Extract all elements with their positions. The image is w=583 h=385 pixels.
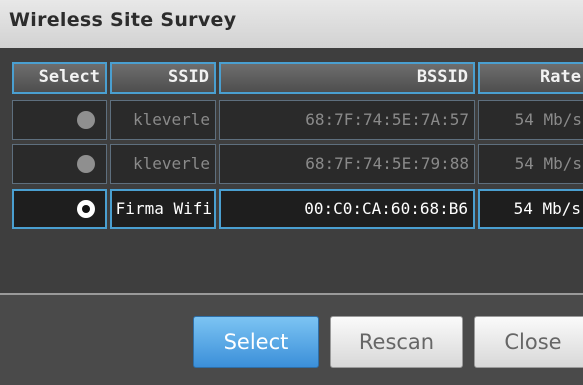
select-cell[interactable] — [12, 189, 107, 229]
bssid-cell: 68:7F:74:5E:79:88 — [219, 144, 475, 184]
select-button[interactable]: Select — [193, 316, 319, 368]
rate-cell: 54 Mb/s — [478, 144, 583, 184]
rate-cell: 54 Mb/s — [478, 189, 583, 229]
column-header-rate[interactable]: Rate — [478, 62, 583, 94]
column-header-ssid[interactable]: SSID — [110, 62, 216, 94]
dialog-titlebar: Wireless Site Survey — [0, 0, 583, 48]
rescan-button[interactable]: Rescan — [330, 316, 463, 368]
radio-button[interactable] — [77, 155, 95, 173]
button-bar: Select Rescan Close — [0, 295, 583, 385]
bssid-cell: 68:7F:74:5E:7A:57 — [219, 100, 475, 140]
bssid-cell: 00:C0:CA:60:68:B6 — [219, 189, 475, 229]
ssid-cell: kleverle — [110, 144, 216, 184]
column-header-select[interactable]: Select — [12, 62, 107, 94]
column-header-bssid[interactable]: BSSID — [219, 62, 475, 94]
dialog-title: Wireless Site Survey — [9, 9, 237, 31]
ssid-cell: kleverle — [110, 100, 216, 140]
ssid-cell: Firma Wifi — [110, 189, 216, 229]
rate-cell: 54 Mb/s — [478, 100, 583, 140]
close-button[interactable]: Close — [474, 316, 583, 368]
select-cell[interactable] — [12, 100, 107, 140]
radio-button[interactable] — [77, 111, 95, 129]
survey-panel: Select SSID BSSID Rate kleverle 68:7F:74… — [0, 48, 583, 294]
select-cell[interactable] — [12, 144, 107, 184]
radio-button-checked[interactable] — [77, 200, 95, 218]
